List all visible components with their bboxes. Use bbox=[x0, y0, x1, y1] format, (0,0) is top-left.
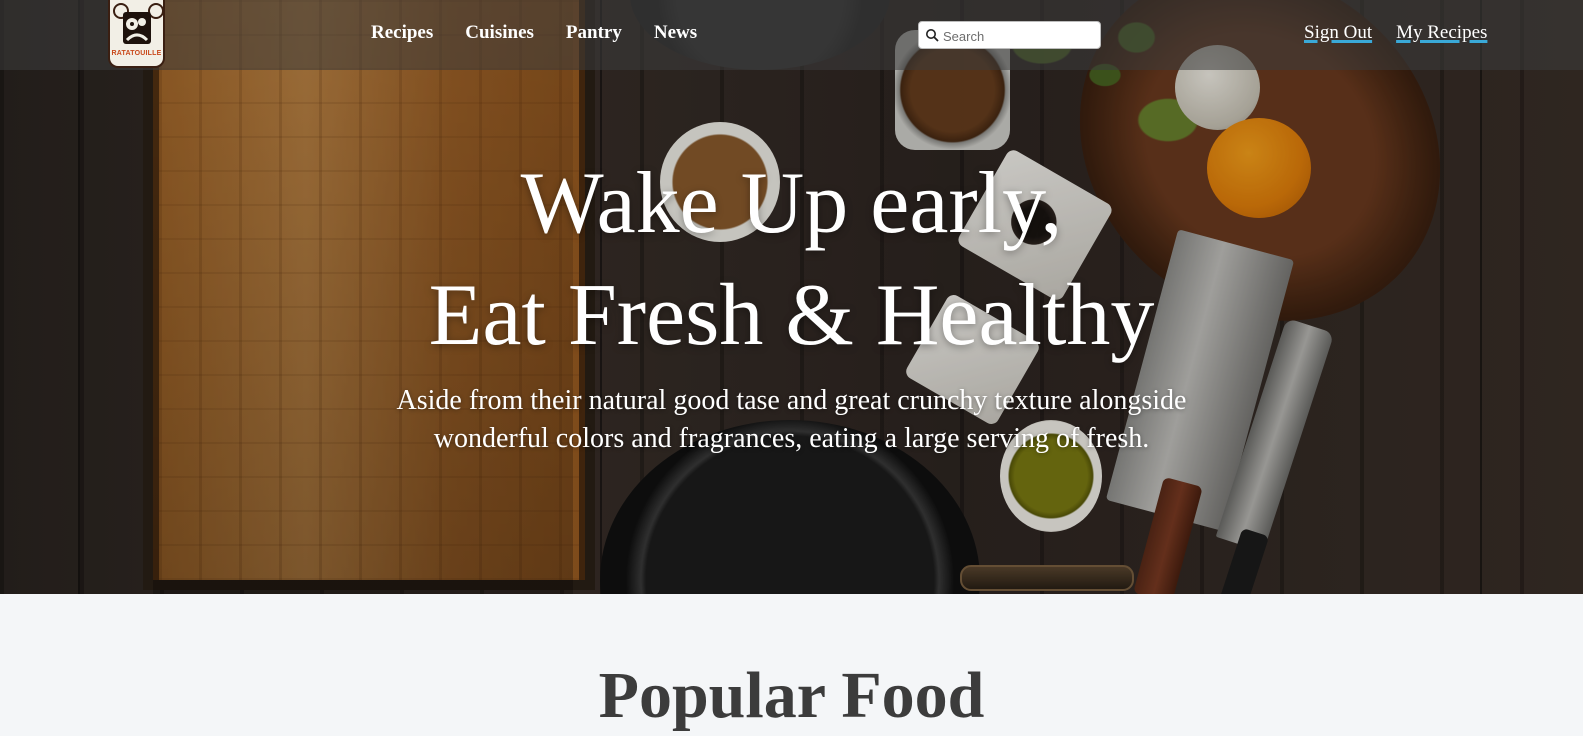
hero-subtitle: Aside from their natural good tase and g… bbox=[396, 385, 1187, 454]
search-input[interactable] bbox=[941, 24, 1095, 48]
nav-link-recipes[interactable]: Recipes bbox=[371, 22, 433, 44]
account-nav: Sign Out My Recipes bbox=[1304, 22, 1487, 44]
search-icon bbox=[926, 29, 939, 42]
hero-title-line-1: Wake Up early, bbox=[520, 155, 1063, 252]
my-recipes-link[interactable]: My Recipes bbox=[1396, 22, 1487, 44]
nav-link-cuisines[interactable]: Cuisines bbox=[465, 22, 534, 44]
popular-food-section: Popular Food bbox=[0, 594, 1583, 732]
nav-link-news[interactable]: News bbox=[654, 22, 697, 44]
site-logo[interactable]: RATATOUILLE bbox=[108, 0, 165, 68]
sign-out-link[interactable]: Sign Out bbox=[1304, 22, 1372, 44]
logo-wordmark: RATATOUILLE bbox=[111, 50, 162, 57]
hero-title-line-2: Eat Fresh & Healthy bbox=[428, 267, 1155, 364]
nav-link-pantry[interactable]: Pantry bbox=[566, 22, 622, 44]
hero-content: Wake Up early, Eat Fresh & Healthy Aside… bbox=[0, 148, 1583, 458]
main-nav: Recipes Cuisines Pantry News bbox=[371, 22, 697, 44]
search-box[interactable] bbox=[918, 21, 1101, 49]
section-title: Popular Food bbox=[598, 659, 985, 732]
hero-title: Wake Up early, Eat Fresh & Healthy bbox=[0, 148, 1583, 372]
top-navbar: RATATOUILLE Recipes Cuisines Pantry News… bbox=[0, 0, 1583, 70]
rat-chef-icon bbox=[123, 12, 151, 44]
